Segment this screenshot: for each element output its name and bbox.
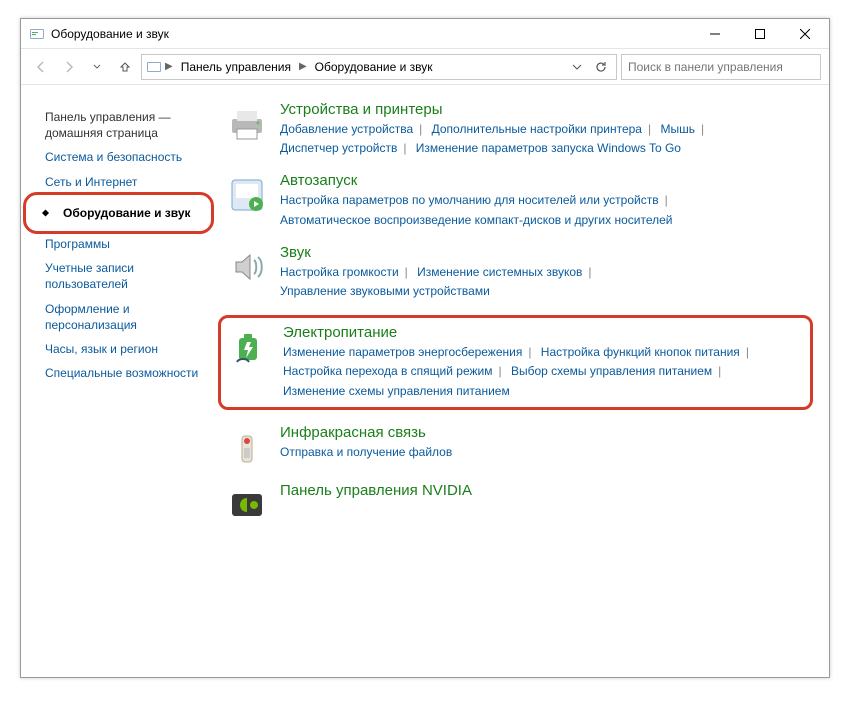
sidebar-item-clock[interactable]: Часы, язык и регион <box>39 337 206 361</box>
category-title[interactable]: Панель управления NVIDIA <box>280 482 813 499</box>
category-autoplay: Автозапуск Настройка параметров по умолч… <box>226 172 813 229</box>
breadcrumb[interactable]: ▶ Панель управления ▶ Оборудование и зву… <box>141 54 617 80</box>
nvidia-icon <box>226 484 268 526</box>
link[interactable]: Отправка и получение файлов <box>280 445 452 459</box>
link[interactable]: Мышь <box>660 122 695 136</box>
category-title[interactable]: Звук <box>280 244 813 261</box>
link[interactable]: Выбор схемы управления питанием <box>511 364 712 378</box>
battery-icon <box>229 326 271 368</box>
category-title[interactable]: Электропитание <box>283 324 802 341</box>
category-links: Отправка и получение файлов <box>280 443 813 462</box>
category-title[interactable]: Автозапуск <box>280 172 813 189</box>
category-devices: Устройства и принтеры Добавление устройс… <box>226 101 813 158</box>
sidebar-item-programs[interactable]: Программы <box>39 232 206 256</box>
category-power: Электропитание Изменение параметров энер… <box>218 315 813 410</box>
link[interactable]: Изменение схемы управления питанием <box>283 384 510 398</box>
breadcrumb-current[interactable]: Оборудование и звук <box>310 58 438 76</box>
address-bar: ▶ Панель управления ▶ Оборудование и зву… <box>21 49 829 85</box>
sidebar-item-network[interactable]: Сеть и Интернет <box>39 170 206 194</box>
category-nvidia: Панель управления NVIDIA <box>226 482 813 526</box>
link[interactable]: Настройка параметров по умолчанию для но… <box>280 193 659 207</box>
link[interactable]: Дополнительные настройки принтера <box>432 122 642 136</box>
minimize-button[interactable] <box>692 20 737 48</box>
search-box[interactable] <box>621 54 821 80</box>
control-panel-window: Оборудование и звук ▶ Пан <box>20 18 830 678</box>
sidebar-item-ease[interactable]: Специальные возможности <box>39 361 206 385</box>
breadcrumb-icon <box>146 59 162 75</box>
category-links: Настройка параметров по умолчанию для но… <box>280 191 813 229</box>
link[interactable]: Изменение параметров энергосбережения <box>283 345 522 359</box>
sidebar-item-hardware-label: Оборудование и звук <box>45 200 206 226</box>
nav-back-button[interactable] <box>29 55 53 79</box>
sidebar-item-hardware[interactable]: Оборудование и звук <box>39 196 206 230</box>
body: Панель управления — домашняя страница Си… <box>21 85 829 677</box>
content-area: Устройства и принтеры Добавление устройс… <box>216 85 829 677</box>
sidebar-item-accounts[interactable]: Учетные записи пользователей <box>39 256 206 296</box>
search-input[interactable] <box>628 60 814 74</box>
category-sound: Звук Настройка громкости| Изменение сист… <box>226 244 813 301</box>
link[interactable]: Изменение параметров запуска Windows To … <box>416 141 681 155</box>
link[interactable]: Настройка громкости <box>280 265 399 279</box>
category-links: Настройка громкости| Изменение системных… <box>280 263 813 301</box>
refresh-button[interactable] <box>590 56 612 78</box>
sidebar-item-home[interactable]: Панель управления — домашняя страница <box>39 105 206 145</box>
titlebar: Оборудование и звук <box>21 19 829 49</box>
link[interactable]: Настройка функций кнопок питания <box>541 345 740 359</box>
link[interactable]: Диспетчер устройств <box>280 141 397 155</box>
autoplay-icon <box>226 174 268 216</box>
address-dropdown-button[interactable] <box>566 56 588 78</box>
nav-recent-dropdown[interactable] <box>85 55 109 79</box>
category-links: Изменение параметров энергосбережения| Н… <box>283 343 802 401</box>
window-title: Оборудование и звук <box>51 27 169 41</box>
sidebar: Панель управления — домашняя страница Си… <box>21 85 216 677</box>
chevron-right-icon[interactable]: ▶ <box>164 61 174 72</box>
nav-up-button[interactable] <box>113 55 137 79</box>
nav-forward-button[interactable] <box>57 55 81 79</box>
speaker-icon <box>226 246 268 288</box>
maximize-button[interactable] <box>737 20 782 48</box>
category-infrared: Инфракрасная связь Отправка и получение … <box>226 424 813 468</box>
category-title[interactable]: Устройства и принтеры <box>280 101 813 118</box>
window-icon <box>29 26 45 42</box>
link[interactable]: Автоматическое воспроизведение компакт-д… <box>280 213 672 227</box>
link[interactable]: Добавление устройства <box>280 122 413 136</box>
link[interactable]: Управление звуковыми устройствами <box>280 284 490 298</box>
category-links: Добавление устройства| Дополнительные на… <box>280 120 813 158</box>
category-title[interactable]: Инфракрасная связь <box>280 424 813 441</box>
close-button[interactable] <box>782 20 827 48</box>
printer-icon <box>226 103 268 145</box>
breadcrumb-root[interactable]: Панель управления <box>176 58 296 76</box>
chevron-right-icon[interactable]: ▶ <box>298 61 308 72</box>
sidebar-item-appearance[interactable]: Оформление и персонализация <box>39 297 206 337</box>
link[interactable]: Изменение системных звуков <box>417 265 582 279</box>
infrared-icon <box>226 426 268 468</box>
sidebar-item-system[interactable]: Система и безопасность <box>39 145 206 169</box>
link[interactable]: Настройка перехода в спящий режим <box>283 364 492 378</box>
